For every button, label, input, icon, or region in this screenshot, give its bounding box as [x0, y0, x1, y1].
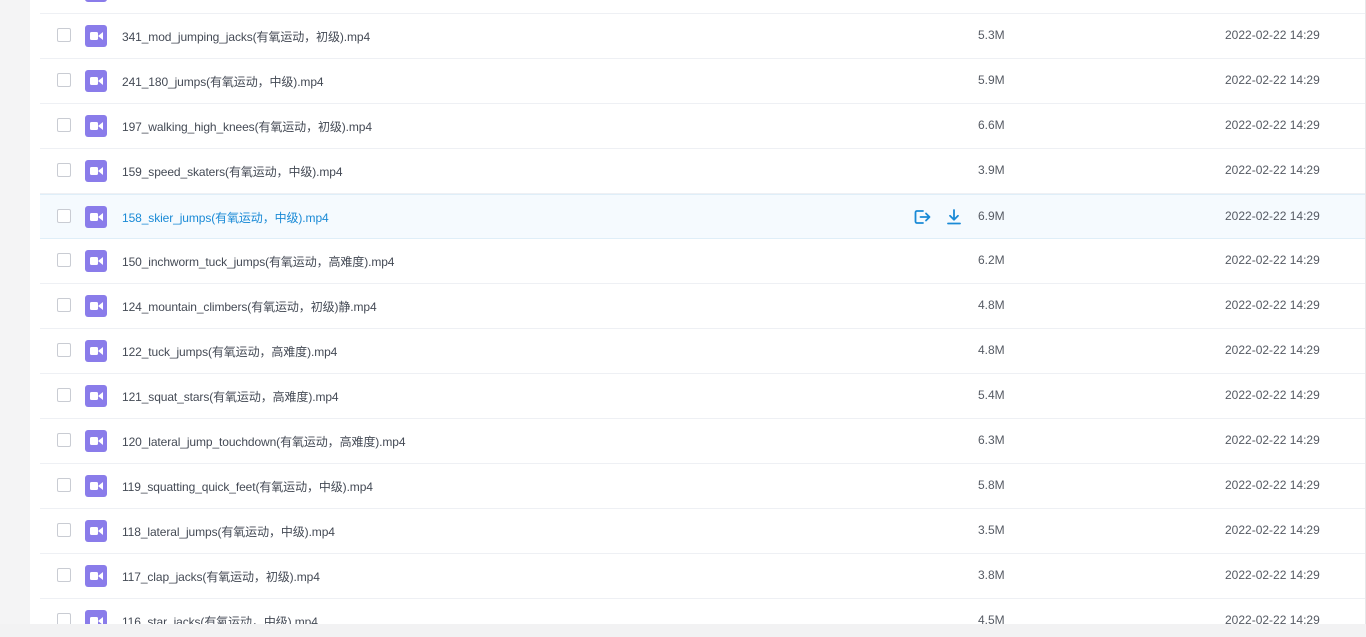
- video-file-icon: [85, 430, 107, 452]
- file-date: 2022-02-22 14:29: [1225, 209, 1320, 223]
- file-row[interactable]: 121_squat_stars(有氧运动，高难度).mp4 5.4M 2022-…: [40, 374, 1366, 419]
- file-name[interactable]: 116_star_jacks(有氧运动，中级).mp4: [122, 613, 318, 624]
- file-name[interactable]: 124_mountain_climbers(有氧运动，初级)静.mp4: [122, 298, 377, 315]
- file-size: 4.5M: [978, 613, 1005, 624]
- file-size: 6.3M: [978, 433, 1005, 447]
- file-date: 2022-02-22 14:29: [1225, 613, 1320, 624]
- file-row[interactable]: 197_walking_high_knees(有氧运动，初级).mp4 6.6M…: [40, 104, 1366, 149]
- file-row[interactable]: 150_inchworm_tuck_jumps(有氧运动，高难度).mp4 6.…: [40, 239, 1366, 284]
- file-row[interactable]: 122_tuck_jumps(有氧运动，高难度).mp4 4.8M 2022-0…: [40, 329, 1366, 374]
- file-name[interactable]: 241_180_jumps(有氧运动，中级).mp4: [122, 73, 324, 90]
- file-row[interactable]: 241_180_jumps(有氧运动，中级).mp4 5.9M 2022-02-…: [40, 59, 1366, 104]
- file-name[interactable]: 119_squatting_quick_feet(有氧运动，中级).mp4: [122, 478, 373, 495]
- file-size: 6.2M: [978, 253, 1005, 267]
- file-size: 5.4M: [978, 388, 1005, 402]
- row-checkbox[interactable]: [57, 523, 71, 537]
- video-file-icon: [85, 115, 107, 137]
- file-date: 2022-02-22 14:29: [1225, 73, 1320, 87]
- video-file-icon: [85, 520, 107, 542]
- file-list-panel: - - - 341_mod_jumping_jacks(有氧运动，初级).mp4…: [30, 0, 1366, 624]
- row-checkbox[interactable]: [57, 433, 71, 447]
- file-row[interactable]: 124_mountain_climbers(有氧运动，初级)静.mp4 4.8M…: [40, 284, 1366, 329]
- file-name[interactable]: 341_mod_jumping_jacks(有氧运动，初级).mp4: [122, 28, 370, 45]
- row-checkbox[interactable]: [57, 209, 71, 223]
- row-checkbox[interactable]: [57, 163, 71, 177]
- file-row-hovered[interactable]: 158_skier_jumps(有氧运动，中级).mp4 6.9M 2022-0…: [40, 194, 1366, 239]
- video-file-icon: [85, 206, 107, 228]
- left-gutter: [0, 0, 30, 637]
- file-name[interactable]: 197_walking_high_knees(有氧运动，初级).mp4: [122, 118, 372, 135]
- video-file-icon: [85, 70, 107, 92]
- file-name[interactable]: 120_lateral_jump_touchdown(有氧运动，高难度).mp4: [122, 433, 406, 450]
- file-date: 2022-02-22 14:29: [1225, 568, 1320, 582]
- file-row[interactable]: 159_speed_skaters(有氧运动，中级).mp4 3.9M 2022…: [40, 149, 1366, 194]
- video-file-icon: [85, 0, 107, 2]
- file-size: 3.9M: [978, 163, 1005, 177]
- video-file-icon: [85, 160, 107, 182]
- file-manager-viewport: - - - 341_mod_jumping_jacks(有氧运动，初级).mp4…: [0, 0, 1366, 637]
- file-size: 4.8M: [978, 343, 1005, 357]
- bottom-bar: [0, 624, 1366, 637]
- file-date: 2022-02-22 14:29: [1225, 478, 1320, 492]
- file-size: 5.9M: [978, 73, 1005, 87]
- video-file-icon: [85, 340, 107, 362]
- file-date: 2022-02-22 14:29: [1225, 28, 1320, 42]
- file-name[interactable]: 150_inchworm_tuck_jumps(有氧运动，高难度).mp4: [122, 253, 394, 270]
- row-checkbox[interactable]: [57, 613, 71, 624]
- file-date: 2022-02-22 14:29: [1225, 298, 1320, 312]
- video-file-icon: [85, 385, 107, 407]
- video-file-icon: [85, 565, 107, 587]
- file-date: 2022-02-22 14:29: [1225, 433, 1320, 447]
- row-checkbox[interactable]: [57, 118, 71, 132]
- file-list: - - - 341_mod_jumping_jacks(有氧运动，初级).mp4…: [40, 0, 1366, 624]
- file-row[interactable]: 119_squatting_quick_feet(有氧运动，中级).mp4 5.…: [40, 464, 1366, 509]
- file-date: 2022-02-22 14:29: [1225, 163, 1320, 177]
- file-size: 6.6M: [978, 118, 1005, 132]
- row-checkbox[interactable]: [57, 298, 71, 312]
- file-date: 2022-02-22 14:29: [1225, 523, 1320, 537]
- row-checkbox[interactable]: [57, 568, 71, 582]
- file-size: 5.3M: [978, 28, 1005, 42]
- file-date: 2022-02-22 14:29: [1225, 343, 1320, 357]
- file-size: 3.8M: [978, 568, 1005, 582]
- video-file-icon: [85, 295, 107, 317]
- row-checkbox[interactable]: [57, 388, 71, 402]
- file-name[interactable]: 121_squat_stars(有氧运动，高难度).mp4: [122, 388, 339, 405]
- video-file-icon: [85, 25, 107, 47]
- video-file-icon: [85, 250, 107, 272]
- file-row[interactable]: - - -: [40, 0, 1366, 14]
- file-row[interactable]: 120_lateral_jump_touchdown(有氧运动，高难度).mp4…: [40, 419, 1366, 464]
- file-date: 2022-02-22 14:29: [1225, 388, 1320, 402]
- file-size: 5.8M: [978, 478, 1005, 492]
- video-file-icon: [85, 475, 107, 497]
- row-checkbox[interactable]: [57, 343, 71, 357]
- file-name[interactable]: 118_lateral_jumps(有氧运动，中级).mp4: [122, 523, 335, 540]
- row-checkbox[interactable]: [57, 28, 71, 42]
- file-name[interactable]: 158_skier_jumps(有氧运动，中级).mp4: [122, 209, 329, 226]
- row-actions: [912, 207, 964, 227]
- share-icon[interactable]: [912, 207, 932, 227]
- file-row[interactable]: 117_clap_jacks(有氧运动，初级).mp4 3.8M 2022-02…: [40, 554, 1366, 599]
- file-date: 2022-02-22 14:29: [1225, 253, 1320, 267]
- file-size: 3.5M: [978, 523, 1005, 537]
- video-file-icon: [85, 610, 107, 624]
- file-name[interactable]: 117_clap_jacks(有氧运动，初级).mp4: [122, 568, 320, 585]
- download-icon[interactable]: [944, 207, 964, 227]
- file-size: 4.8M: [978, 298, 1005, 312]
- file-row[interactable]: 116_star_jacks(有氧运动，中级).mp4 4.5M 2022-02…: [40, 599, 1366, 624]
- row-checkbox[interactable]: [57, 478, 71, 492]
- file-row[interactable]: 118_lateral_jumps(有氧运动，中级).mp4 3.5M 2022…: [40, 509, 1366, 554]
- file-row[interactable]: 341_mod_jumping_jacks(有氧运动，初级).mp4 5.3M …: [40, 14, 1366, 59]
- row-checkbox[interactable]: [57, 73, 71, 87]
- file-size: 6.9M: [978, 209, 1005, 223]
- row-checkbox[interactable]: [57, 253, 71, 267]
- file-date: 2022-02-22 14:29: [1225, 118, 1320, 132]
- file-name[interactable]: 159_speed_skaters(有氧运动，中级).mp4: [122, 163, 343, 180]
- file-name[interactable]: 122_tuck_jumps(有氧运动，高难度).mp4: [122, 343, 337, 360]
